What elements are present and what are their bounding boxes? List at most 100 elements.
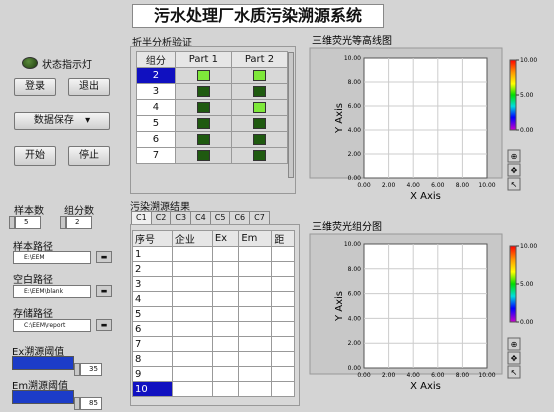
table-row: 10 bbox=[132, 381, 295, 397]
tab-c3[interactable]: C3 bbox=[170, 211, 192, 224]
plot-area[interactable] bbox=[363, 57, 488, 179]
half-split-index: 4 bbox=[136, 99, 176, 116]
results-cell bbox=[171, 366, 213, 382]
y-tick-label: 4.00 bbox=[348, 127, 362, 134]
results-cell bbox=[271, 291, 295, 307]
half-split-index: 5 bbox=[136, 115, 176, 132]
tab-c5[interactable]: C5 bbox=[209, 211, 231, 224]
part-indicator-led bbox=[196, 69, 210, 81]
em-threshold-input[interactable]: 85 bbox=[80, 397, 102, 410]
cursor-icon[interactable] bbox=[507, 177, 521, 191]
results-cell bbox=[238, 276, 273, 292]
pan-icon[interactable] bbox=[507, 163, 521, 177]
half-split-row: 4 bbox=[136, 99, 289, 116]
blank-path-label: 空白路径 bbox=[13, 275, 53, 286]
table-row: 9 bbox=[132, 366, 295, 382]
x-tick-label: 10.00 bbox=[478, 372, 495, 379]
exit-button[interactable]: 退出 bbox=[68, 78, 110, 96]
chart-1: 三维荧光等高线图 0.00 2.00 4.00 6.00 8.00 10.00 0.00 2.0… bbox=[309, 34, 537, 202]
results-cell bbox=[171, 336, 213, 352]
table-row: 4 bbox=[132, 291, 295, 307]
y-tick-label: 2.00 bbox=[348, 340, 362, 347]
half-split-row: 2 bbox=[136, 67, 289, 84]
group-count-label: 组分数 bbox=[64, 206, 94, 217]
results-header: 企业 bbox=[171, 230, 213, 247]
folder-browse-icon[interactable]: ▬ bbox=[96, 285, 112, 297]
tab-c4[interactable]: C4 bbox=[190, 211, 211, 224]
x-tick-label: 2.00 bbox=[382, 372, 396, 379]
part-indicator-cell bbox=[174, 99, 232, 116]
stop-button[interactable]: 停止 bbox=[68, 146, 110, 166]
tab-c7[interactable]: C7 bbox=[249, 211, 270, 224]
pan-icon[interactable] bbox=[507, 351, 521, 365]
half-split-header: Part 2 bbox=[230, 51, 289, 68]
table-row: 5 bbox=[132, 306, 295, 322]
folder-browse-icon[interactable]: ▬ bbox=[96, 319, 112, 331]
results-cell bbox=[211, 366, 240, 382]
x-tick-label: 6.00 bbox=[431, 372, 445, 379]
results-cell bbox=[271, 246, 295, 262]
sample-path-input[interactable]: E:\EEM bbox=[13, 251, 91, 264]
em-threshold-slider[interactable] bbox=[12, 390, 74, 404]
chart-frame bbox=[309, 233, 503, 375]
y-tick-label: 0.00 bbox=[348, 365, 362, 372]
results-cell bbox=[271, 366, 295, 382]
x-tick-label: 10.00 bbox=[478, 182, 495, 189]
results-index: 4 bbox=[132, 291, 173, 307]
x-tick-label: 8.00 bbox=[456, 372, 470, 379]
table-row: 8 bbox=[132, 351, 295, 367]
results-index: 7 bbox=[132, 336, 173, 352]
results-cell bbox=[211, 381, 240, 397]
tab-c1[interactable]: C1 bbox=[131, 211, 152, 224]
group-count-input[interactable]: 2 bbox=[66, 216, 92, 229]
half-split-header: 组分 bbox=[136, 51, 176, 68]
chart-2: 三维荧光组分图 0.00 2.00 4.00 6.00 8.00 10.00 0.00 2.00… bbox=[309, 220, 537, 392]
results-header: 序号 bbox=[132, 230, 173, 247]
login-button[interactable]: 登录 bbox=[14, 78, 56, 96]
results-header: 距 bbox=[271, 230, 295, 247]
y-tick-label: 2.00 bbox=[348, 151, 362, 158]
colorbar-tick-label: 0.00 bbox=[520, 127, 534, 134]
y-tick-label: 4.00 bbox=[348, 315, 362, 322]
y-tick-label: 6.00 bbox=[348, 103, 362, 110]
folder-browse-icon[interactable]: ▬ bbox=[96, 251, 112, 263]
results-tab-bar: C1 C2 C3 C4 C5 C6 C7 bbox=[131, 211, 270, 224]
y-axis-label: Y Axis bbox=[334, 291, 345, 322]
x-tick-label: 4.00 bbox=[407, 372, 421, 379]
half-split-index: 3 bbox=[136, 83, 176, 100]
part-indicator-led bbox=[252, 133, 266, 145]
plot-area[interactable] bbox=[363, 243, 488, 369]
zoom-icon[interactable] bbox=[507, 149, 521, 163]
sample-count-input[interactable]: 5 bbox=[15, 216, 41, 229]
y-tick-label: 0.00 bbox=[348, 175, 362, 182]
part-indicator-cell bbox=[174, 67, 232, 84]
zoom-icon[interactable] bbox=[507, 337, 521, 351]
results-index: 9 bbox=[132, 366, 173, 382]
tab-c6[interactable]: C6 bbox=[229, 211, 251, 224]
data-save-label: 数据保存 bbox=[33, 115, 74, 126]
results-index: 8 bbox=[132, 351, 173, 367]
part-indicator-led bbox=[196, 117, 210, 129]
part-indicator-led bbox=[252, 149, 266, 161]
results-cell bbox=[238, 246, 273, 262]
results-cell bbox=[238, 306, 273, 322]
start-button[interactable]: 开始 bbox=[14, 146, 56, 166]
results-cell bbox=[238, 351, 273, 367]
tab-c2[interactable]: C2 bbox=[150, 211, 172, 224]
results-index: 6 bbox=[132, 321, 173, 337]
x-tick-label: 4.00 bbox=[407, 182, 421, 189]
ex-threshold-slider[interactable] bbox=[12, 356, 74, 370]
results-cell bbox=[271, 351, 295, 367]
x-tick-label: 6.00 bbox=[431, 182, 445, 189]
blank-path-input[interactable]: E:\EEM\blank bbox=[13, 285, 91, 298]
half-split-scrollbar[interactable] bbox=[288, 52, 294, 178]
results-cell bbox=[211, 261, 240, 277]
cursor-icon[interactable] bbox=[507, 365, 521, 379]
data-save-dropdown[interactable]: 数据保存 ▾ bbox=[14, 112, 110, 130]
y-tick-label: 10.00 bbox=[344, 241, 361, 248]
x-tick-label: 2.00 bbox=[382, 182, 396, 189]
half-split-row: 6 bbox=[136, 131, 289, 148]
store-path-input[interactable]: C:\EEM\report bbox=[13, 319, 91, 332]
ex-threshold-input[interactable]: 35 bbox=[80, 363, 102, 376]
part-indicator-cell bbox=[230, 131, 289, 148]
